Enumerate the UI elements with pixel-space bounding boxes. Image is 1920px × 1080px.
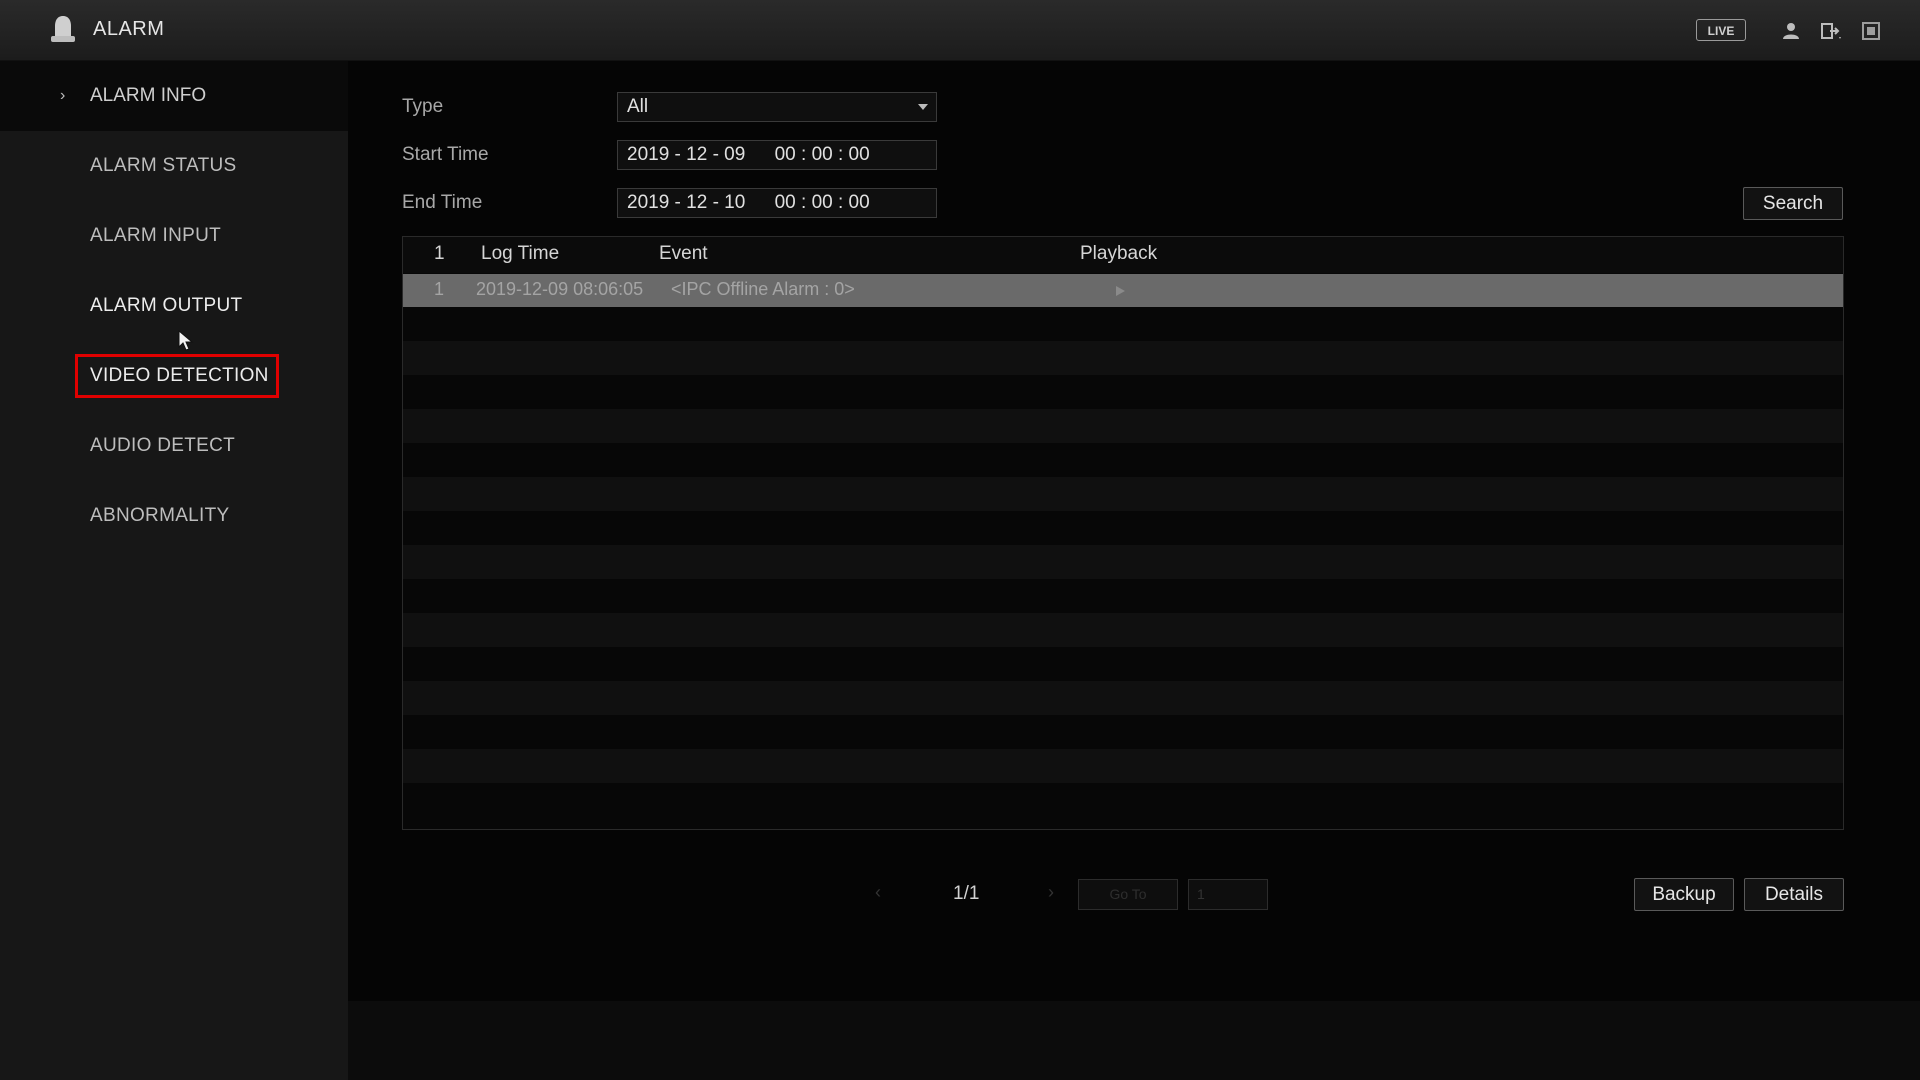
goto-button[interactable]: Go To bbox=[1078, 879, 1178, 910]
header-index: 1 bbox=[434, 243, 445, 264]
start-date-value: 2019 - 12 - 09 bbox=[627, 144, 746, 165]
sidebar: › ALARM INFO ALARM STATUS ALARM INPUT AL… bbox=[0, 61, 348, 1080]
sidebar-section-label: ALARM INFO bbox=[90, 85, 207, 106]
header-event[interactable]: Event bbox=[659, 243, 708, 265]
empty-row bbox=[403, 545, 1843, 579]
empty-row bbox=[403, 749, 1843, 783]
sidebar-item-abnormality[interactable]: ABNORMALITY bbox=[90, 505, 230, 527]
user-icon[interactable] bbox=[1780, 20, 1802, 42]
end-time-value: 00 : 00 : 00 bbox=[774, 192, 870, 213]
backup-button[interactable]: Backup bbox=[1634, 878, 1734, 911]
start-time-label: Start Time bbox=[402, 144, 489, 165]
page-title: ALARM bbox=[93, 18, 165, 40]
alarm-bell-icon bbox=[51, 16, 75, 42]
sidebar-item-alarm-output[interactable]: ALARM OUTPUT bbox=[90, 295, 242, 317]
goto-page-input[interactable]: 1 bbox=[1188, 879, 1268, 910]
next-page-button[interactable]: › bbox=[1048, 882, 1054, 903]
empty-row bbox=[403, 613, 1843, 647]
type-select[interactable]: All bbox=[617, 92, 937, 122]
end-time-label: End Time bbox=[402, 192, 483, 213]
layout-icon[interactable] bbox=[1860, 20, 1882, 42]
empty-row bbox=[403, 477, 1843, 511]
start-time-field[interactable]: 2019 - 12 - 09 00 : 00 : 00 bbox=[617, 140, 937, 170]
sidebar-item-audio-detect[interactable]: AUDIO DETECT bbox=[90, 435, 235, 457]
table-header: 1 Log Time Event Playback bbox=[403, 237, 1843, 273]
logout-icon[interactable] bbox=[1820, 20, 1842, 42]
chevron-right-icon: › bbox=[60, 87, 66, 104]
empty-row bbox=[403, 409, 1843, 443]
page-indicator: 1/1 bbox=[953, 883, 980, 904]
sidebar-item-alarm-input[interactable]: ALARM INPUT bbox=[90, 225, 221, 247]
sidebar-section-alarm-info[interactable]: › ALARM INFO bbox=[0, 61, 348, 131]
header-log-time[interactable]: Log Time bbox=[481, 243, 559, 265]
row-event: <IPC Offline Alarm : 0> bbox=[671, 279, 855, 299]
chevron-down-icon bbox=[918, 104, 928, 110]
bottom-status-band bbox=[348, 1001, 1920, 1080]
end-time-field[interactable]: 2019 - 12 - 10 00 : 00 : 00 bbox=[617, 188, 937, 218]
end-date-value: 2019 - 12 - 10 bbox=[627, 192, 746, 213]
mouse-cursor-icon bbox=[178, 330, 194, 351]
playback-icon[interactable] bbox=[1113, 284, 1127, 298]
empty-row bbox=[403, 341, 1843, 375]
live-button[interactable]: LIVE bbox=[1696, 19, 1746, 41]
row-index: 1 bbox=[434, 279, 445, 299]
type-value: All bbox=[627, 96, 649, 117]
header-playback: Playback bbox=[1080, 243, 1158, 264]
details-button[interactable]: Details bbox=[1744, 878, 1844, 911]
table-row[interactable]: 1 2019-12-09 08:06:05 <IPC Offline Alarm… bbox=[403, 274, 1843, 307]
sidebar-item-alarm-status[interactable]: ALARM STATUS bbox=[90, 155, 236, 177]
top-bar: ALARM LIVE bbox=[0, 0, 1920, 61]
start-time-value: 00 : 00 : 00 bbox=[774, 144, 870, 165]
highlight-box bbox=[75, 354, 279, 398]
search-button[interactable]: Search bbox=[1743, 187, 1843, 220]
empty-row bbox=[403, 681, 1843, 715]
alarm-log-table: 1 Log Time Event Playback 1 2019-12-09 0… bbox=[402, 236, 1844, 830]
prev-page-button[interactable]: ‹ bbox=[875, 882, 881, 903]
row-log-time: 2019-12-09 08:06:05 bbox=[476, 279, 644, 299]
type-label: Type bbox=[402, 96, 444, 117]
